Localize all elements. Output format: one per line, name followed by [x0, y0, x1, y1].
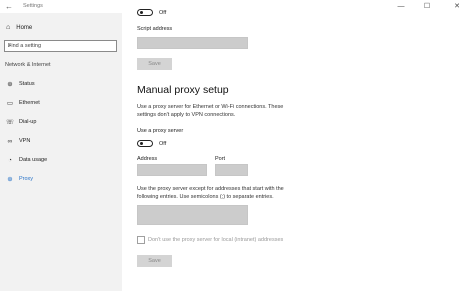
home-label: Home [16, 24, 33, 31]
ethernet-icon: ▭ [6, 100, 14, 107]
address-field[interactable] [137, 164, 207, 176]
search-input[interactable]: Find a setting ⌕ [4, 40, 117, 52]
search-icon[interactable]: ⌕ [8, 41, 113, 51]
sidebar: ⌂ Home Find a setting ⌕ Network & Intern… [0, 13, 122, 291]
main-content: Off Script address Save Manual proxy set… [122, 0, 474, 291]
phone-icon: ☏ [5, 119, 15, 126]
sidebar-item-status[interactable]: ⊕ Status [0, 76, 122, 92]
section-title: Network & Internet [5, 62, 51, 68]
save-manual-button[interactable]: Save [137, 255, 172, 267]
sidebar-item-label: Status [19, 81, 35, 87]
address-label: Address [137, 156, 158, 162]
use-proxy-toggle-state: Off [159, 141, 167, 147]
sidebar-item-label: VPN [19, 138, 31, 144]
manual-proxy-description: Use a proxy server for Ethernet or Wi-Fi… [137, 104, 284, 118]
sidebar-item-label: Ethernet [19, 100, 40, 106]
sidebar-item-vpn[interactable]: ∞ VPN [0, 133, 122, 149]
home-icon: ⌂ [6, 24, 11, 31]
local-addresses-label: Don't use the proxy server for local (in… [148, 237, 284, 243]
use-proxy-label: Use a proxy server [137, 128, 184, 134]
script-address-field[interactable] [137, 37, 248, 49]
window-title: Settings [23, 3, 43, 9]
sidebar-item-label: Proxy [19, 176, 34, 182]
globe-icon: ⊕ [7, 81, 13, 88]
sidebar-item-label: Data usage [19, 157, 48, 163]
globe-icon: ⊕ [7, 176, 13, 183]
port-label: Port [215, 156, 226, 162]
script-address-label: Script address [137, 26, 173, 32]
exceptions-description: Use the proxy server except for addresse… [137, 186, 284, 200]
exceptions-field[interactable] [137, 205, 248, 225]
manual-proxy-heading: Manual proxy setup [137, 84, 229, 96]
sidebar-item-label: Dial-up [19, 119, 37, 125]
save-script-button[interactable]: Save [137, 58, 172, 70]
use-proxy-toggle[interactable] [137, 140, 153, 147]
sidebar-item-ethernet[interactable]: ▭ Ethernet [0, 95, 122, 111]
local-addresses-checkbox[interactable] [137, 236, 145, 244]
auto-detect-toggle[interactable] [137, 9, 153, 16]
port-field[interactable] [215, 164, 248, 176]
sidebar-item-proxy[interactable]: ⊕ Proxy [0, 171, 122, 187]
vpn-icon: ∞ [7, 137, 13, 145]
sidebar-home[interactable]: ⌂ Home [6, 24, 32, 31]
auto-detect-toggle-state: Off [159, 10, 167, 16]
sidebar-item-data-usage[interactable]: ◔ Data usage [0, 152, 122, 168]
back-arrow-icon[interactable]: ← [5, 0, 13, 13]
sidebar-item-dial-up[interactable]: ☏ Dial-up [0, 114, 122, 130]
gauge-icon: ◔ [8, 156, 12, 164]
